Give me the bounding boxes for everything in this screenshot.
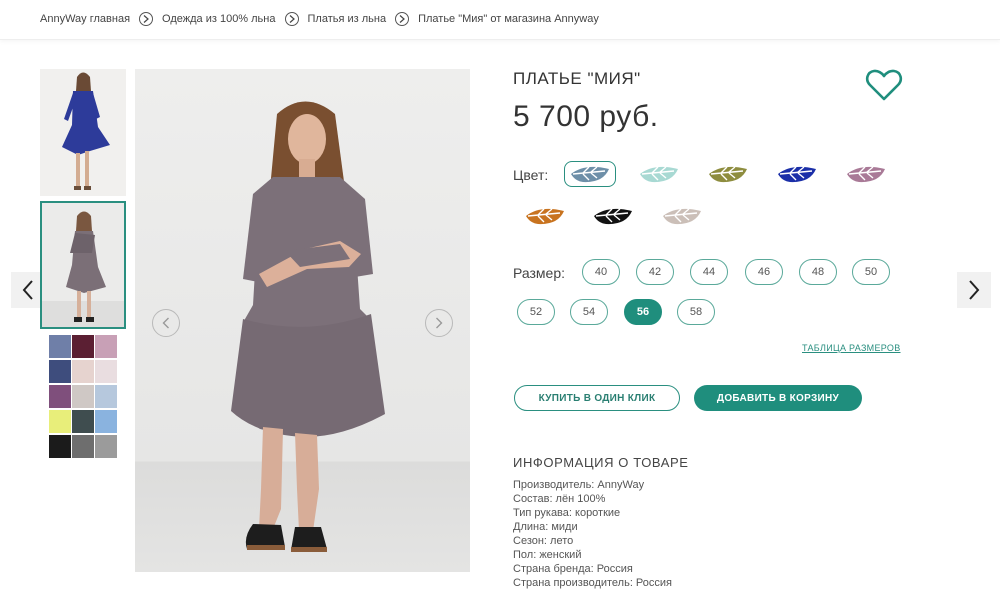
- color-swatch-royal-blue[interactable]: [771, 161, 823, 187]
- fabric-sample: [95, 385, 117, 408]
- leaf-icon: [571, 166, 609, 183]
- info-line: Состав: лён 100%: [513, 493, 606, 505]
- product-title: ПЛАТЬЕ "МИЯ": [513, 69, 641, 88]
- product-price: 5 700 руб.: [513, 100, 659, 133]
- size-option-56[interactable]: 56: [624, 299, 662, 325]
- image-next-button[interactable]: [425, 309, 453, 337]
- image-prev-button[interactable]: [152, 309, 180, 337]
- leaf-icon: [640, 166, 678, 183]
- info-line: Пол: женский: [513, 549, 582, 561]
- fabric-sample: [95, 360, 117, 383]
- leaf-icon: [778, 166, 816, 183]
- leaf-icon: [847, 166, 885, 183]
- fabric-swatch-grid: [40, 332, 126, 460]
- fabric-sample: [72, 410, 94, 433]
- size-label: Размер:: [513, 265, 566, 281]
- leaf-icon: [526, 208, 564, 225]
- size-option-52[interactable]: 52: [517, 299, 555, 325]
- fabric-sample: [49, 335, 71, 358]
- fabric-sample: [95, 410, 117, 433]
- thumbnail-blue-dress[interactable]: [40, 69, 126, 196]
- color-swatch-orange[interactable]: [519, 203, 571, 229]
- size-option-50[interactable]: 50: [852, 259, 890, 285]
- fabric-sample: [95, 335, 117, 358]
- thumbnail-grey-dress[interactable]: [40, 201, 126, 329]
- color-swatch-black[interactable]: [587, 203, 639, 229]
- color-swatch-mint[interactable]: [633, 161, 685, 187]
- size-option-42[interactable]: 42: [636, 259, 674, 285]
- info-line: Длина: миди: [513, 521, 578, 533]
- breadcrumb: AnnyWay главная Одежда из 100% льна Плат…: [40, 12, 599, 26]
- add-to-favorites-button[interactable]: [865, 68, 903, 102]
- heart-outline-icon: [865, 69, 903, 101]
- size-option-44[interactable]: 44: [690, 259, 728, 285]
- size-option-54[interactable]: 54: [570, 299, 608, 325]
- circle-chevron-right-icon: [284, 12, 299, 26]
- size-option-40[interactable]: 40: [582, 259, 620, 285]
- chevron-right-icon: [436, 317, 443, 329]
- add-to-cart-button[interactable]: ДОБАВИТЬ В КОРЗИНУ: [694, 385, 862, 411]
- breadcrumb-linen-dresses-link[interactable]: Платья из льна: [308, 13, 387, 25]
- fabric-sample: [72, 360, 94, 383]
- info-line: Страна бренда: Россия: [513, 563, 633, 575]
- circle-chevron-right-icon: [395, 12, 410, 26]
- info-line: Страна производитель: Россия: [513, 577, 673, 589]
- fabric-sample: [72, 435, 94, 458]
- thumbnail-image: [42, 203, 124, 327]
- fabric-sample: [49, 385, 71, 408]
- color-swatch-olive[interactable]: [702, 161, 754, 187]
- breadcrumb-current-page: Платье "Мия" от магазина Annyway: [418, 13, 599, 25]
- chevron-left-icon: [22, 280, 33, 300]
- fabric-sample: [72, 385, 94, 408]
- model-photo: [231, 101, 385, 552]
- thumbnail-fabric-samples[interactable]: [40, 332, 126, 460]
- chevron-left-icon: [162, 317, 169, 329]
- breadcrumb-bar: AnnyWay главная Одежда из 100% льна Плат…: [0, 0, 1000, 40]
- size-option-46[interactable]: 46: [745, 259, 783, 285]
- leaf-icon: [663, 208, 701, 225]
- circle-chevron-right-icon: [139, 12, 154, 26]
- breadcrumb-linen-clothing-link[interactable]: Одежда из 100% льна: [162, 13, 275, 25]
- chevron-right-icon: [969, 280, 980, 300]
- breadcrumb-home-link[interactable]: AnnyWay главная: [40, 13, 130, 25]
- gallery-next-button[interactable]: [957, 272, 991, 308]
- size-option-48[interactable]: 48: [799, 259, 837, 285]
- fabric-sample: [95, 435, 117, 458]
- fabric-sample: [49, 435, 71, 458]
- color-swatch-beige-grey[interactable]: [656, 203, 708, 229]
- leaf-icon: [709, 166, 747, 183]
- fabric-sample: [49, 410, 71, 433]
- fabric-sample: [72, 335, 94, 358]
- product-info-list: Производитель: AnnyWay Состав: лён 100% …: [513, 478, 672, 590]
- info-line: Производитель: AnnyWay: [513, 479, 645, 491]
- buy-one-click-button[interactable]: КУПИТЬ В ОДИН КЛИК: [514, 385, 680, 411]
- color-label: Цвет:: [513, 167, 549, 183]
- leaf-icon: [594, 208, 632, 225]
- color-swatch-blue-grey[interactable]: [564, 161, 616, 187]
- product-info-title: ИНФОРМАЦИЯ О ТОВАРЕ: [513, 455, 689, 470]
- thumbnail-image: [40, 69, 126, 196]
- info-line: Сезон: лето: [513, 535, 574, 547]
- main-product-image: [135, 69, 470, 572]
- color-swatch-mauve[interactable]: [840, 161, 892, 187]
- size-option-58[interactable]: 58: [677, 299, 715, 325]
- fabric-sample: [49, 360, 71, 383]
- size-chart-link[interactable]: ТАБЛИЦА РАЗМЕРОВ: [802, 343, 901, 353]
- info-line: Тип рукава: короткие: [513, 507, 621, 519]
